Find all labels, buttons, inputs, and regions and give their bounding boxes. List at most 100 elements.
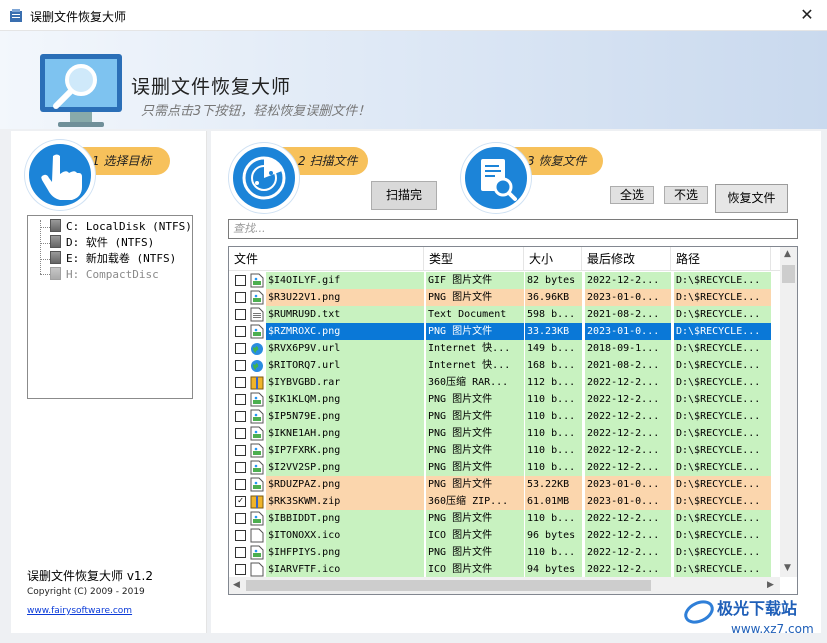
app-icon: [10, 9, 22, 22]
row-checkbox[interactable]: [235, 326, 246, 337]
image-file-icon: [250, 511, 264, 526]
hand-pointer-icon: [41, 154, 82, 200]
column-header-modified[interactable]: 最后修改: [582, 247, 671, 271]
file-name-cell: $IHFPIYS.png: [266, 544, 424, 561]
file-type-cell: Internet 快...: [426, 340, 524, 357]
row-checkbox[interactable]: [235, 275, 246, 286]
row-checkbox[interactable]: [235, 292, 246, 303]
file-path-cell: D:\$RECYCLE...: [674, 289, 771, 306]
table-row[interactable]: $I2VV2SP.png PNG 图片文件 110 b... 2022-12-2...…: [229, 459, 780, 476]
search-input[interactable]: 查找...: [228, 219, 798, 239]
select-all-button[interactable]: 全选: [610, 186, 654, 204]
scroll-right-icon[interactable]: ▶: [767, 580, 774, 590]
horizontal-scroll-thumb[interactable]: [246, 580, 651, 591]
drive-item-d[interactable]: D: 软件 (NTFS): [50, 235, 154, 251]
file-path-cell: D:\$RECYCLE...: [674, 374, 771, 391]
table-row[interactable]: $IARVFTF.ico ICO 图片文件 94 bytes 2022-12-2...…: [229, 561, 780, 578]
vertical-scrollbar[interactable]: ▲ ▼: [780, 247, 797, 577]
tree-connector: [40, 220, 41, 274]
close-button[interactable]: ✕: [787, 0, 827, 30]
table-row[interactable]: ✓ $RK3SKWM.zip 360压缩 ZIP... 61.01MB 2023-01-…: [229, 493, 780, 510]
table-row[interactable]: $IP5N79E.png PNG 图片文件 110 b... 2022-12-2...…: [229, 408, 780, 425]
hard-drive-icon: [50, 219, 61, 232]
table-header: 文件 类型 大小 最后修改 路径: [229, 247, 780, 271]
row-checkbox[interactable]: [235, 530, 246, 541]
row-checkbox[interactable]: ✓: [235, 496, 246, 507]
file-name-cell: $RDUZPAZ.png: [266, 476, 424, 493]
scan-button[interactable]: 扫描完: [371, 181, 437, 210]
blank-file-icon: [250, 562, 264, 577]
row-checkbox[interactable]: [235, 564, 246, 575]
table-row[interactable]: $RUMRU9D.txt Text Document 598 b... 2021-08…: [229, 306, 780, 323]
file-modified-cell: 2022-12-2...: [585, 527, 671, 544]
watermark-url: www.xz7.com: [731, 622, 814, 636]
recover-button[interactable]: 恢复文件: [715, 184, 788, 213]
file-size-cell: 110 b...: [525, 425, 582, 442]
file-modified-cell: 2022-12-2...: [585, 408, 671, 425]
column-header-path[interactable]: 路径: [671, 247, 771, 271]
table-row[interactable]: $RITORQ7.url Internet 快... 168 b... 2021-08…: [229, 357, 780, 374]
file-size-cell: 82 bytes: [525, 272, 582, 289]
drive-label: H: CompactDisc: [66, 268, 159, 281]
drive-tree[interactable]: C: LocalDisk (NTFS) D: 软件 (NTFS) E: 新加载卷…: [27, 215, 193, 399]
scroll-left-icon[interactable]: ◀: [233, 580, 240, 590]
image-file-icon: [250, 460, 264, 475]
window-title: 误删文件恢复大师: [30, 10, 127, 24]
file-path-cell: D:\$RECYCLE...: [674, 442, 771, 459]
vertical-scroll-thumb[interactable]: [782, 265, 795, 283]
row-checkbox[interactable]: [235, 428, 246, 439]
file-type-cell: PNG 图片文件: [426, 544, 524, 561]
row-checkbox[interactable]: [235, 343, 246, 354]
table-row[interactable]: $I4OILYF.gif GIF 图片文件 82 bytes 2022-12-2...…: [229, 272, 780, 289]
row-checkbox[interactable]: [235, 394, 246, 405]
text-file-icon: [250, 307, 264, 322]
image-file-icon: [250, 290, 264, 305]
table-row[interactable]: $IHFPIYS.png PNG 图片文件 110 b... 2022-12-2...…: [229, 544, 780, 561]
file-type-cell: PNG 图片文件: [426, 391, 524, 408]
internet-shortcut-icon: [250, 341, 264, 356]
row-checkbox[interactable]: [235, 462, 246, 473]
tree-connector: [40, 227, 50, 228]
row-checkbox[interactable]: [235, 377, 246, 388]
file-path-cell: D:\$RECYCLE...: [674, 391, 771, 408]
drive-item-h[interactable]: H: CompactDisc: [50, 267, 159, 283]
file-type-cell: 360压缩 RAR...: [426, 374, 524, 391]
row-checkbox[interactable]: [235, 513, 246, 524]
table-row[interactable]: $IK1KLQM.png PNG 图片文件 110 b... 2022-12-2...…: [229, 391, 780, 408]
table-row[interactable]: $IBBIDDT.png PNG 图片文件 110 b... 2022-12-2...…: [229, 510, 780, 527]
table-row[interactable]: $IP7FXRK.png PNG 图片文件 110 b... 2022-12-2...…: [229, 442, 780, 459]
column-header-size[interactable]: 大小: [524, 247, 582, 271]
file-modified-cell: 2022-12-2...: [585, 459, 671, 476]
table-row[interactable]: $RZMROXC.png PNG 图片文件 33.23KB 2023-01-0... D…: [229, 323, 780, 340]
row-checkbox[interactable]: [235, 479, 246, 490]
scroll-down-icon[interactable]: ▼: [784, 563, 791, 573]
row-checkbox[interactable]: [235, 360, 246, 371]
file-size-cell: 33.23KB: [525, 323, 582, 340]
select-none-button[interactable]: 不选: [664, 186, 708, 204]
scroll-up-icon[interactable]: ▲: [784, 249, 791, 259]
drive-item-e[interactable]: E: 新加载卷 (NTFS): [50, 251, 176, 267]
website-link[interactable]: www.fairysoftware.com: [27, 606, 132, 616]
table-row[interactable]: $R3U22V1.png PNG 图片文件 36.96KB 2023-01-0... D…: [229, 289, 780, 306]
image-file-icon: [250, 392, 264, 407]
file-type-cell: PNG 图片文件: [426, 408, 524, 425]
file-name-cell: $I4OILYF.gif: [266, 272, 424, 289]
image-file-icon: [250, 426, 264, 441]
table-row[interactable]: $IKNE1AH.png PNG 图片文件 110 b... 2022-12-2...…: [229, 425, 780, 442]
radar-scan-icon: [242, 156, 286, 200]
column-header-file[interactable]: 文件: [229, 247, 424, 271]
table-row[interactable]: $RDUZPAZ.png PNG 图片文件 53.22KB 2023-01-0... D…: [229, 476, 780, 493]
file-size-cell: 112 b...: [525, 374, 582, 391]
row-checkbox[interactable]: [235, 445, 246, 456]
drive-item-c[interactable]: C: LocalDisk (NTFS): [50, 219, 192, 235]
row-checkbox[interactable]: [235, 547, 246, 558]
title-bar: 误删文件恢复大师 ✕: [0, 0, 827, 31]
watermark-logo: 极光下载站 www.xz7.com: [684, 599, 814, 636]
column-header-type[interactable]: 类型: [424, 247, 524, 271]
table-row[interactable]: $RVX6P9V.url Internet 快... 149 b... 2018-09…: [229, 340, 780, 357]
app-logo-icon: [40, 54, 122, 127]
row-checkbox[interactable]: [235, 309, 246, 320]
row-checkbox[interactable]: [235, 411, 246, 422]
table-row[interactable]: $IYBVGBD.rar 360压缩 RAR... 112 b... 2022-12-…: [229, 374, 780, 391]
table-row[interactable]: $ITONOXX.ico ICO 图片文件 96 bytes 2022-12-2...…: [229, 527, 780, 544]
